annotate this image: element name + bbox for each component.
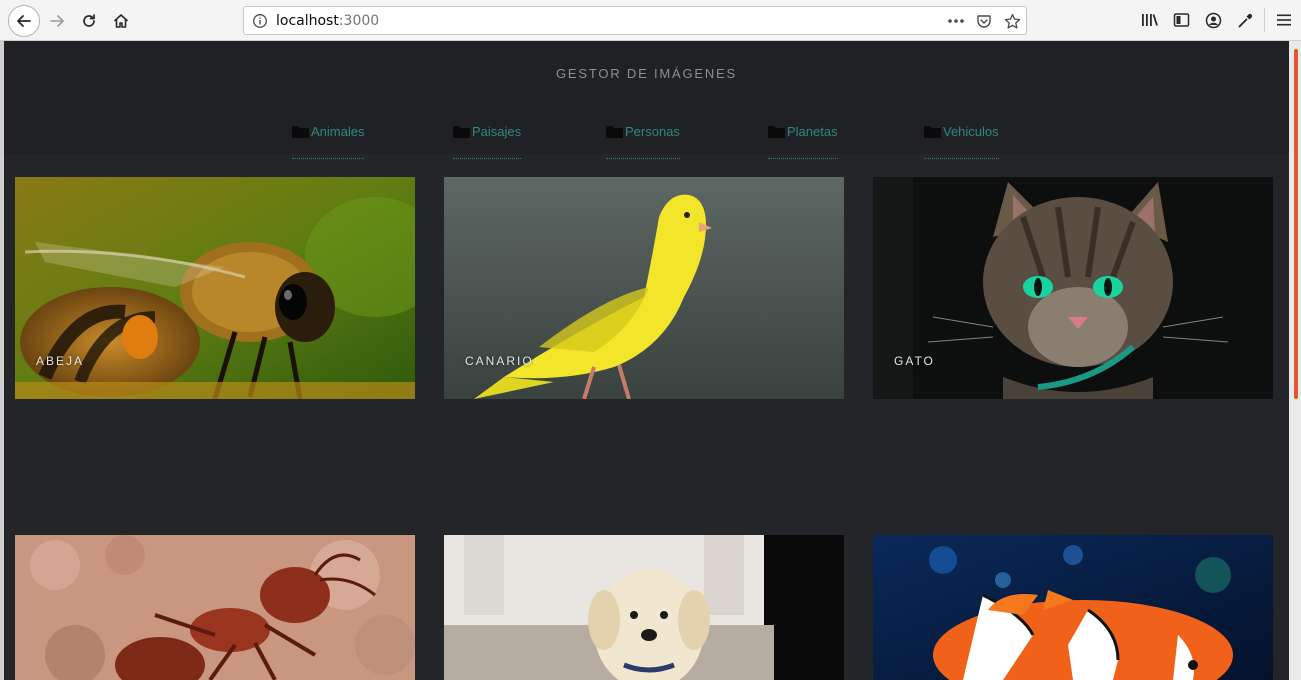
nav-item-planetas[interactable]: Planetas xyxy=(768,123,838,159)
site-title: GESTOR DE IMÁGENES xyxy=(556,66,737,81)
url-text: localhost:3000 xyxy=(276,13,379,29)
puppy-photo xyxy=(444,535,844,680)
forward-button[interactable] xyxy=(42,6,72,36)
pocket-icon[interactable] xyxy=(974,11,994,31)
nav-label: Vehiculos xyxy=(943,124,999,140)
gallery-card-hormiga[interactable] xyxy=(15,535,415,680)
back-icon xyxy=(17,15,31,27)
page-viewport: GESTOR DE IMÁGENES Animales Paisajes Per… xyxy=(0,41,1301,680)
card-title: ABEJA xyxy=(36,354,85,368)
hamburger-menu-icon[interactable] xyxy=(1274,10,1294,30)
nav-label: Paisajes xyxy=(472,124,522,140)
nav-item-vehiculos[interactable]: Vehiculos xyxy=(924,123,999,159)
card-title: CANARIO xyxy=(465,354,534,368)
nav-label: Planetas xyxy=(787,124,838,140)
home-icon xyxy=(113,14,129,28)
url-bar[interactable]: localhost:3000 xyxy=(243,6,1027,35)
scrollbar[interactable] xyxy=(1289,41,1301,680)
url-host: localhost xyxy=(276,13,339,29)
gallery-card-perro[interactable] xyxy=(444,535,844,680)
eyedropper-icon[interactable] xyxy=(1235,10,1255,30)
forward-icon xyxy=(50,15,64,27)
account-icon[interactable] xyxy=(1203,10,1223,30)
folder-icon xyxy=(292,126,309,139)
toolbar-divider xyxy=(1264,8,1265,32)
nav-item-animales[interactable]: Animales xyxy=(292,123,365,159)
folder-icon xyxy=(768,126,785,139)
reload-icon xyxy=(83,14,95,27)
nav-item-paisajes[interactable]: Paisajes xyxy=(453,123,522,159)
bookmark-star-icon[interactable] xyxy=(1002,11,1022,31)
card-title: GATO xyxy=(894,354,935,368)
home-button[interactable] xyxy=(106,6,136,36)
scrollbar-thumb[interactable] xyxy=(1294,49,1298,399)
nav-item-personas[interactable]: Personas xyxy=(606,123,680,159)
sidebar-icon[interactable] xyxy=(1171,10,1191,30)
folder-icon xyxy=(606,126,623,139)
folder-icon xyxy=(924,126,941,139)
browser-toolbar: localhost:3000 xyxy=(0,0,1301,41)
folder-icon xyxy=(453,126,470,139)
reload-button[interactable] xyxy=(74,6,104,36)
library-icon[interactable] xyxy=(1140,10,1160,30)
page-actions-icon[interactable] xyxy=(946,11,966,31)
nav-label: Personas xyxy=(625,124,680,140)
gallery-card-canario[interactable]: CANARIO xyxy=(444,177,844,399)
clownfish-photo xyxy=(873,535,1273,680)
info-icon[interactable] xyxy=(250,11,270,31)
site-header: GESTOR DE IMÁGENES Animales Paisajes Per… xyxy=(4,41,1289,159)
gallery-card-gato[interactable]: GATO xyxy=(873,177,1273,399)
gallery-card-pez[interactable] xyxy=(873,535,1273,680)
back-button[interactable] xyxy=(8,5,40,37)
nav-label: Animales xyxy=(311,124,365,140)
url-port: :3000 xyxy=(338,13,380,29)
ant-photo xyxy=(15,535,415,680)
gallery-card-abeja[interactable]: ABEJA xyxy=(15,177,415,399)
